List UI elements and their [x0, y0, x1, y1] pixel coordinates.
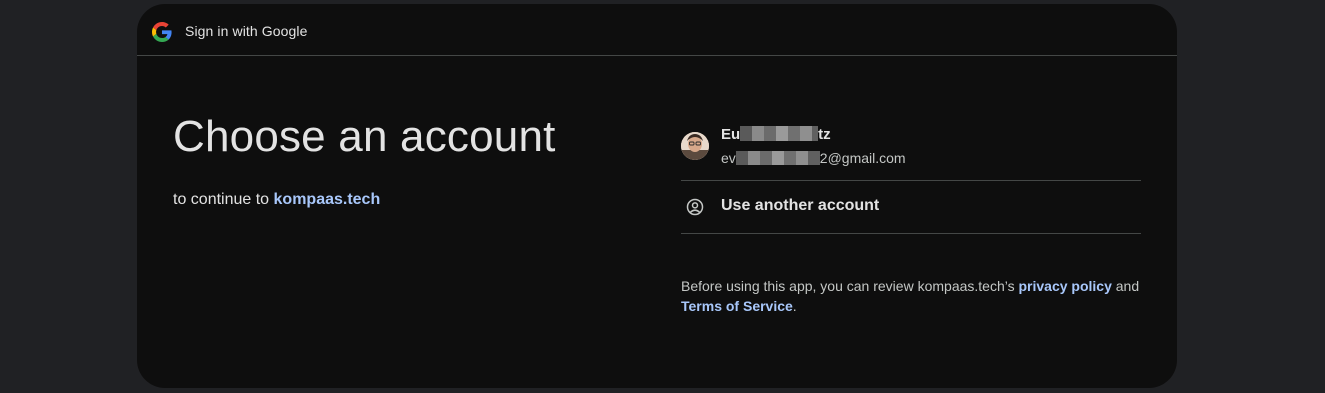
page-title: Choose an account: [173, 112, 556, 161]
use-another-account-button[interactable]: Use another account: [681, 181, 1141, 234]
account-name-end: tz: [818, 126, 831, 143]
disclaimer-text: Before using this app, you can review ko…: [681, 278, 1019, 294]
disclaimer-period: .: [792, 298, 797, 314]
account-email: ev 2@gmail.com: [721, 150, 906, 166]
account-item[interactable]: Eu tz ev 2@gmail.com: [681, 116, 1141, 181]
app-domain-link[interactable]: kompaas.tech: [274, 191, 381, 208]
account-name: Eu tz: [721, 126, 831, 143]
privacy-disclaimer: Before using this app, you can review ko…: [681, 276, 1151, 316]
subtitle: to continue to kompaas.tech: [173, 191, 380, 209]
redacted-block: [735, 151, 820, 165]
use-another-account-label: Use another account: [721, 197, 880, 214]
user-avatar: [681, 132, 709, 160]
terms-of-service-link[interactable]: Terms of Service: [681, 298, 793, 314]
redacted-block: [740, 126, 819, 141]
subtitle-text: to continue to: [173, 191, 274, 208]
privacy-policy-link[interactable]: privacy policy: [1018, 278, 1111, 294]
account-circle-icon: [686, 198, 704, 216]
disclaimer-and: and: [1111, 278, 1140, 294]
account-email-start: ev: [721, 150, 736, 166]
topbar-title: Sign in with Google: [185, 23, 308, 39]
account-name-start: Eu: [721, 126, 741, 143]
google-g-icon: [152, 22, 172, 42]
sign-in-card: Sign in with Google Choose an account to…: [137, 4, 1177, 388]
account-email-end: 2@gmail.com: [819, 150, 906, 166]
topbar: Sign in with Google: [137, 4, 1177, 56]
account-list: Eu tz ev 2@gmail.com Use another account: [681, 116, 1141, 234]
